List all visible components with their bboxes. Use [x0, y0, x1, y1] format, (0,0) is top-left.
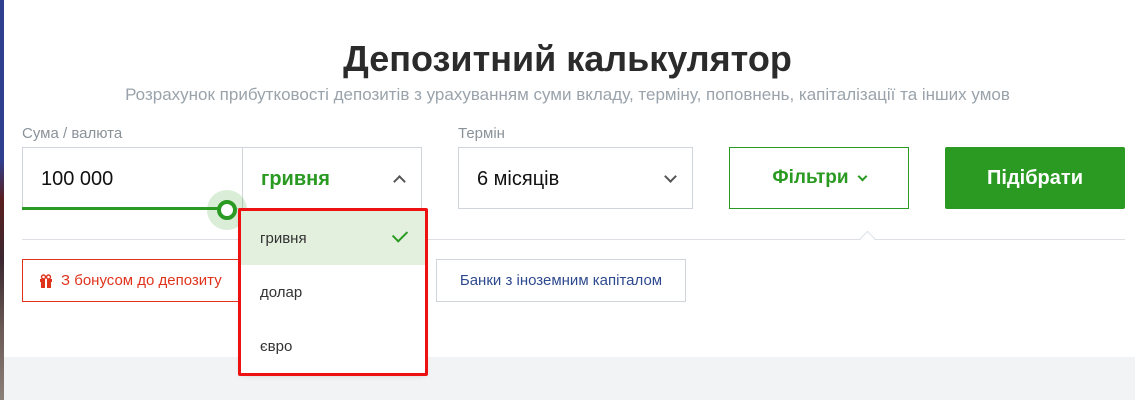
- foreign-banks-filter-chip[interactable]: Банки з іноземним капіталом: [436, 259, 686, 302]
- filters-panel-pointer: [859, 230, 876, 247]
- currency-select[interactable]: гривня: [242, 147, 422, 209]
- filters-button-label: Фільтри: [772, 167, 849, 188]
- amount-currency-label: Сума / валюта: [22, 125, 123, 142]
- currency-selected-value: гривня: [261, 168, 330, 190]
- currency-option-eur[interactable]: євро: [241, 319, 425, 373]
- amount-slider-handle[interactable]: [217, 200, 237, 220]
- chevron-down-icon: [664, 170, 677, 183]
- currency-option-uah[interactable]: гривня: [241, 211, 425, 265]
- chevron-up-icon: [393, 175, 406, 188]
- currency-option-usd[interactable]: долар: [241, 265, 425, 319]
- bonus-filter-label: З бонусом до депозиту: [61, 272, 222, 289]
- page-subtitle: Розрахунок прибутковості депозитів з ура…: [125, 85, 1010, 104]
- currency-option-label: гривня: [260, 229, 307, 247]
- divider: [22, 239, 1125, 240]
- term-label: Термін: [458, 125, 505, 142]
- term-select[interactable]: 6 місяців: [458, 147, 693, 209]
- term-selected-value: 6 місяців: [477, 168, 560, 190]
- currency-option-label: євро: [260, 337, 293, 355]
- currency-dropdown: гривня долар євро: [241, 211, 425, 373]
- amount-slider-track[interactable]: [22, 207, 227, 210]
- check-icon: [391, 226, 409, 243]
- page-title: Депозитний калькулятор: [343, 38, 792, 79]
- amount-value: 100 000: [41, 168, 114, 190]
- currency-option-label: долар: [260, 283, 303, 301]
- filters-button[interactable]: Фільтри: [729, 147, 909, 209]
- gift-icon: [40, 273, 52, 288]
- results-area-background: [4, 357, 1135, 400]
- chevron-down-icon: [857, 171, 868, 181]
- bonus-filter-chip[interactable]: З бонусом до депозиту: [22, 259, 252, 302]
- submit-button[interactable]: Підібрати: [945, 147, 1125, 209]
